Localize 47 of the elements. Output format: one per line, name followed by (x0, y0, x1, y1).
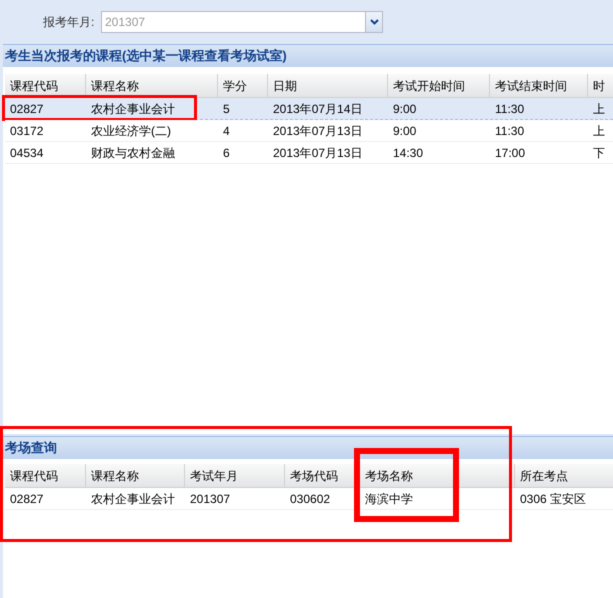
column-header[interactable]: 考场名称 (360, 464, 515, 487)
table-cell-text: 农村企事业会计 (90, 490, 176, 508)
table-cell-text: 6 (222, 144, 231, 162)
table-cell-text: 201307 (189, 490, 232, 508)
table-cell-text: 04534 (9, 144, 44, 162)
column-header[interactable]: 课程名称 (86, 464, 185, 487)
table-cell-text: 9:00 (392, 122, 418, 140)
table-cell-text: 4 (222, 122, 231, 140)
column-header[interactable]: 考试开始时间 (388, 74, 490, 97)
chevron-down-icon[interactable] (365, 12, 382, 32)
column-header[interactable]: 课程代码 (5, 74, 86, 97)
column-header[interactable]: 学分 (218, 74, 268, 97)
table-cell-text: 11:30 (494, 100, 526, 118)
table-row[interactable]: 03172 农业经济学(二) 4 2013年07月13日 9:00 11:30 上 (5, 120, 613, 142)
table-cell-text: 02827 (9, 100, 44, 118)
table-row[interactable]: 02827 农村企事业会计 201307 030602 海滨中学 0306 宝安区 (5, 488, 613, 510)
table-cell-text: 上 (592, 122, 606, 140)
column-header[interactable]: 日期 (268, 74, 388, 97)
table-cell-text: 11:30 (494, 122, 526, 140)
table-cell-text: 030602 (289, 490, 332, 508)
table-cell-text: 0306 宝安区 (519, 490, 588, 508)
column-header[interactable]: 考试结束时间 (490, 74, 588, 97)
table-cell-text: 17:00 (494, 144, 526, 162)
table-cell-text: 9:00 (392, 100, 418, 118)
table-cell-text: 2013年07月14日 (272, 100, 364, 118)
table-cell-text: 农业经济学(二) (90, 122, 172, 140)
column-header[interactable]: 课程代码 (5, 464, 86, 487)
table-row[interactable]: 02827 农村企事业会计 5 2013年07月14日 9:00 11:30 上 (5, 98, 613, 120)
table-cell-text: 农村企事业会计 (90, 100, 176, 118)
column-header[interactable]: 考场代码 (285, 464, 360, 487)
column-header[interactable]: 时 (588, 74, 613, 97)
table-cell-text: 上 (592, 100, 606, 118)
table-cell-text: 14:30 (392, 144, 424, 162)
column-header[interactable]: 考试年月 (185, 464, 285, 487)
table-cell-text: 5 (222, 100, 231, 118)
table-cell-text: 02827 (9, 490, 44, 508)
section-header: 考场查询 (3, 436, 613, 459)
filter-label: 报考年月: (43, 14, 95, 31)
column-header[interactable]: 所在考点 (515, 464, 613, 487)
table-cell-text: 2013年07月13日 (272, 122, 364, 140)
table-cell-text: 下 (592, 144, 606, 162)
section-header: 考生当次报考的课程(选中某一课程查看考场试室) (3, 44, 613, 67)
table-cell-text: 2013年07月13日 (272, 144, 364, 162)
table-cell-text: 03172 (9, 122, 44, 140)
table-cell-text: 财政与农村金融 (90, 144, 176, 162)
column-header[interactable]: 课程名称 (86, 74, 218, 97)
table-cell-text: 海滨中学 (364, 490, 414, 508)
